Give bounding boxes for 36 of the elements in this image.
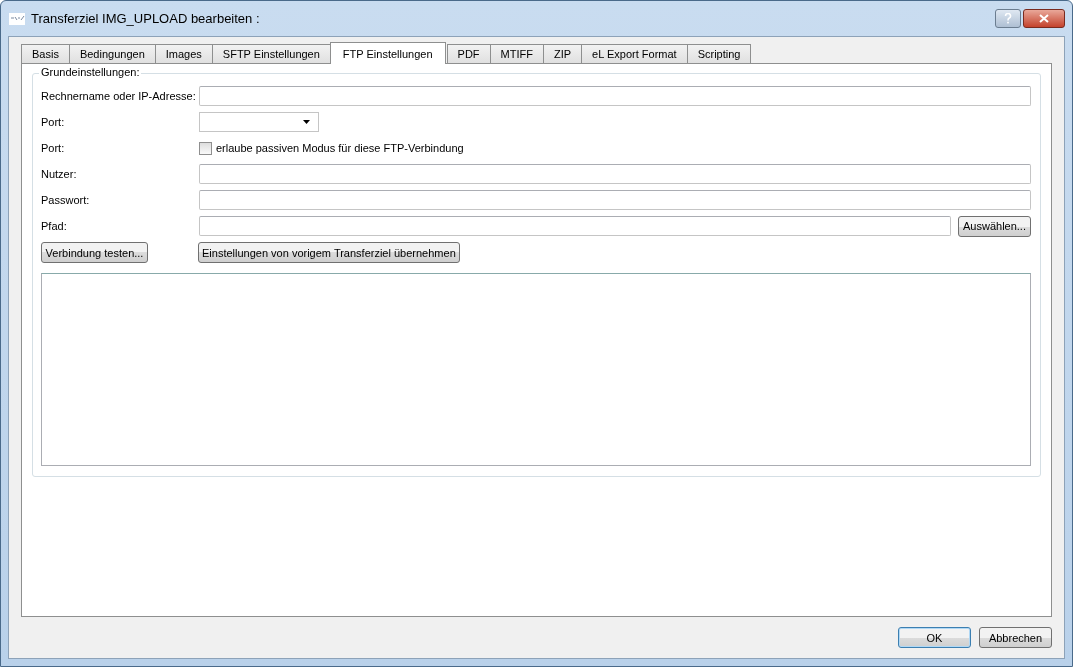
- tab[interactable]: Basis: [21, 44, 70, 63]
- port-dropdown[interactable]: [199, 112, 319, 132]
- tab[interactable]: PDF: [446, 44, 491, 63]
- action-button[interactable]: Einstellungen von vorigem Transferziel übernehmen: [198, 242, 460, 263]
- tab[interactable]: SFTP Einstellungen: [211, 44, 331, 63]
- path-field[interactable]: [199, 216, 951, 236]
- field-label: Passwort:: [41, 194, 91, 206]
- group-title: Grundeinstellungen:: [39, 66, 142, 78]
- field-label: Nutzer:: [41, 168, 78, 180]
- window-title: Transferziel IMG_UPLOAD bearbeiten :: [31, 11, 260, 26]
- tab[interactable]: MTIFF: [489, 44, 544, 63]
- cancel-button[interactable]: Abbrechen: [979, 627, 1052, 648]
- app-icon: [9, 12, 25, 25]
- tab[interactable]: FTP Einstellungen: [329, 42, 446, 64]
- tab[interactable]: Scripting: [686, 44, 752, 63]
- close-icon: [1039, 14, 1049, 23]
- tab[interactable]: eL Export Format: [581, 44, 688, 63]
- ok-button[interactable]: OK: [898, 627, 971, 648]
- checkbox[interactable]: [199, 141, 212, 155]
- input-field[interactable]: [199, 164, 1031, 184]
- field-label: Port:: [41, 142, 66, 154]
- dropdown-arrow-icon: [303, 120, 310, 124]
- browse-button[interactable]: Auswählen...: [958, 215, 1031, 237]
- input-field[interactable]: [199, 86, 1031, 106]
- tab[interactable]: ZIP: [542, 44, 583, 63]
- close-button[interactable]: [1023, 9, 1065, 28]
- tab[interactable]: Bedingungen: [68, 44, 156, 63]
- checkbox-label: erlaube passiven Modus für diese FTP-Verbindung: [216, 142, 464, 154]
- field-label: Rechnername oder IP-Adresse:: [41, 90, 197, 102]
- field-label: Pfad:: [41, 220, 68, 232]
- help-icon: [1004, 13, 1012, 24]
- help-button[interactable]: [995, 9, 1021, 28]
- tab[interactable]: Images: [154, 44, 213, 63]
- field-label: Port:: [41, 116, 66, 128]
- action-button[interactable]: Verbindung testen...: [41, 242, 148, 263]
- input-field[interactable]: [199, 190, 1031, 210]
